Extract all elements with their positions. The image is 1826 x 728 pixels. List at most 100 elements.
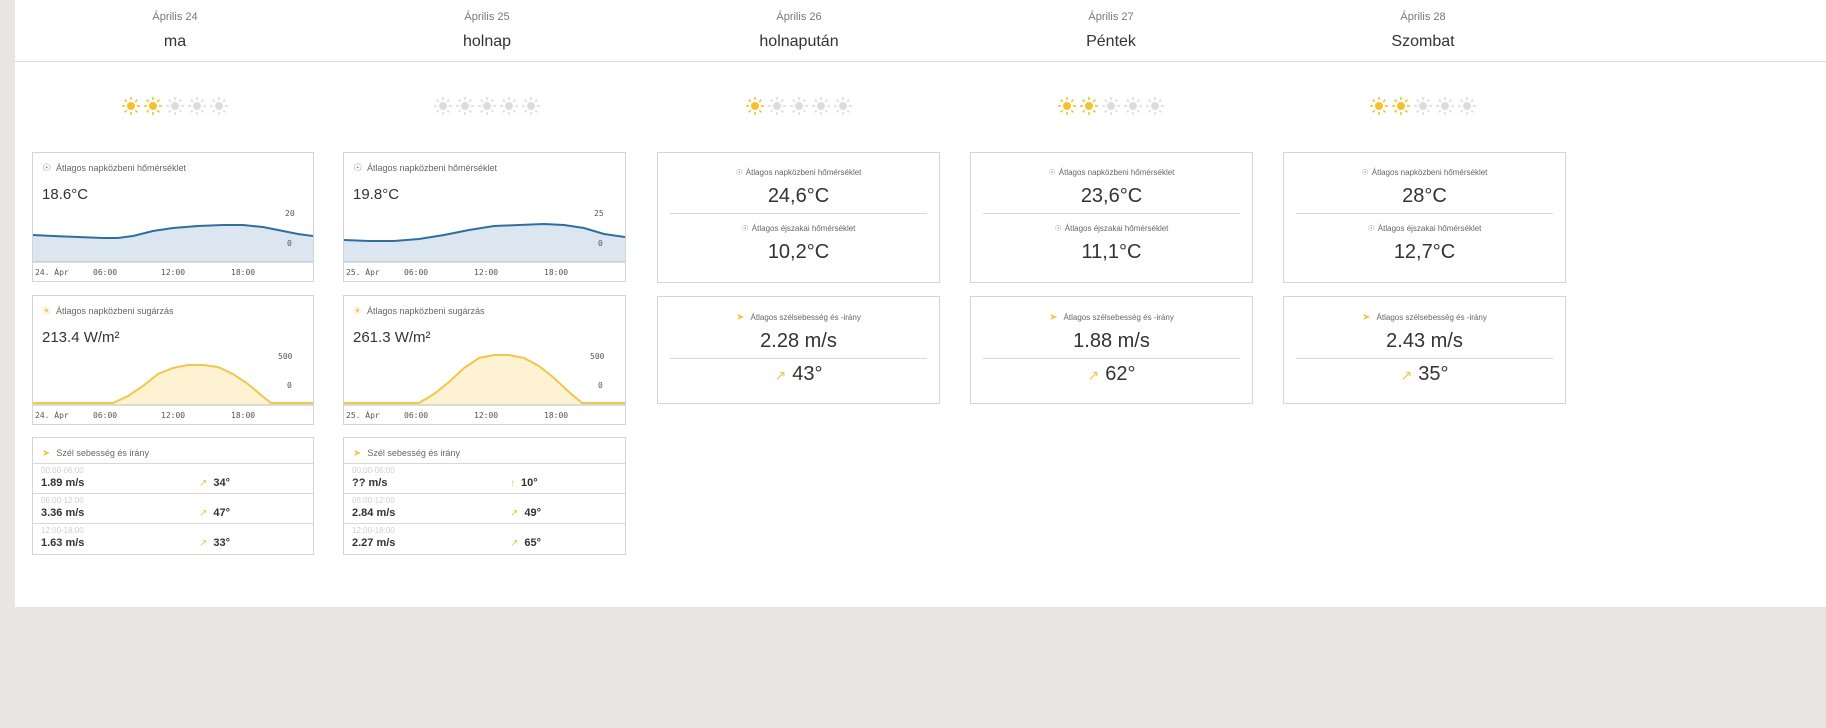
day-temp-value: 23,6°C [1080, 185, 1143, 207]
thermometer-icon: ☉ [1048, 168, 1056, 177]
wind-speed-value: 1.88 m/s [1073, 330, 1150, 352]
wind-direction: ↗ 33° [199, 537, 230, 549]
sun-icon-active [1370, 97, 1388, 115]
day-date: Április 25 [464, 11, 510, 23]
radiation-chart: 500 0 24. Ápr 06:00 12:00 18:00 [33, 352, 313, 420]
wind-dir-value: 10° [521, 477, 538, 489]
y-tick-label: 500 [590, 352, 605, 361]
y-tick-label: 0 [598, 381, 603, 390]
arrow-up-right-icon: ↗ [774, 367, 787, 383]
sun-icon-inactive [1102, 97, 1120, 115]
x-tick-label: 18:00 [231, 411, 255, 420]
wind-icon: ➤ [353, 448, 362, 459]
sun-rating [337, 96, 637, 120]
x-tick-label: 25. Ápr [346, 266, 380, 277]
wind-summary-card: ➤ Átlagos szélsebesség és -irány 2.28 m/s… [657, 296, 940, 404]
wind-direction: ↗ 65° [510, 537, 541, 549]
day-header-1[interactable]: Április 24 ma [25, 10, 325, 52]
y-tick-label: 500 [278, 352, 293, 361]
sun-icon-active [1058, 97, 1076, 115]
day-name: holnap [462, 33, 512, 50]
arrow-up-right-icon: ↗ [199, 478, 208, 489]
sun-icon-active [1392, 97, 1410, 115]
day-name: Péntek [1086, 33, 1136, 50]
temperature-card: ☉ Átlagos napközbeni hőmérséklet 18.6°C 2… [32, 152, 314, 282]
wind-direction-value: ↗ 35° [1284, 363, 1565, 386]
wind-direction: ↑ 10° [510, 477, 538, 489]
arrow-up-right-icon: ↗ [199, 538, 208, 549]
wind-summary-label: ➤ Átlagos szélsebesség és -irány [658, 312, 939, 323]
temperature-area [33, 225, 313, 262]
wind-direction-value: ↗ 43° [658, 363, 939, 386]
wind-direction: ↗ 47° [199, 507, 230, 519]
wind-dir-value: 35° [1418, 363, 1449, 385]
day-temp-value: 24,6°C [767, 185, 830, 207]
x-tick-label: 12:00 [474, 411, 498, 420]
wind-time: 12:00-18:00 [41, 526, 84, 535]
x-tick-label: 06:00 [404, 411, 428, 420]
day-header-5[interactable]: Április 28 Szombat [1273, 10, 1573, 52]
wind-icon: ➤ [1049, 312, 1058, 323]
temperature-summary-card: ☉ Átlagos napközbeni hőmérséklet 24,6°C ☉… [657, 152, 940, 283]
forecast-panel: Április 24 ma Április 25 holnap Április … [15, 0, 1826, 607]
sun-icon-inactive [210, 97, 228, 115]
thermometer-icon: ☉ [42, 163, 51, 174]
x-tick-label: 25. Ápr [346, 409, 380, 420]
label-text: Átlagos napközbeni sugárzás [55, 306, 174, 316]
sun-icon: ☀ [353, 306, 362, 317]
wind-time: 06:00-12:00 [41, 496, 84, 505]
label-text: Átlagos szélsebesség és -irány [750, 313, 861, 322]
sun-rating [1273, 96, 1573, 120]
wind-row: 06:00-12:00 2.84 m/s ↗ 49° [344, 493, 625, 523]
sun-icon-inactive [500, 97, 518, 115]
day-date: Április 27 [1088, 11, 1134, 23]
day-date: Április 28 [1400, 11, 1446, 23]
wind-card: ➤ Szél sebesség és irány 00:00-06:00 1.89… [32, 437, 314, 555]
wind-dir-value: 49° [524, 507, 542, 519]
sun-rating [649, 96, 949, 120]
day-header-3[interactable]: Április 26 holnapután [649, 10, 949, 52]
sun-icon-inactive [1146, 97, 1164, 115]
wind-speed: 3.36 m/s [41, 507, 85, 519]
radiation-label: ☀ Átlagos napközbeni sugárzás [353, 306, 485, 317]
sun-icon-inactive [812, 97, 830, 115]
wind-time: 06:00-12:00 [352, 496, 395, 505]
day-name: Szombat [1391, 33, 1455, 50]
label-text: Átlagos szélsebesség és -irány [1063, 313, 1174, 322]
y-tick-label: 0 [287, 239, 292, 248]
day-date: Április 26 [776, 11, 822, 23]
wind-summary-card: ➤ Átlagos szélsebesség és -irány 1.88 m/s… [970, 296, 1253, 404]
day-header-2[interactable]: Április 25 holnap [337, 10, 637, 52]
temperature-label: ☉ Átlagos napközbeni hőmérséklet [42, 163, 186, 174]
night-temp-label: ☉ Átlagos éjszakai hőmérséklet [1284, 224, 1565, 233]
wind-time: 00:00-06:00 [352, 466, 395, 475]
thermometer-icon: ☉ [1054, 224, 1062, 233]
wind-dir-value: 34° [213, 477, 231, 489]
temperature-area [344, 224, 625, 262]
wind-speed: 1.89 m/s [41, 477, 85, 489]
sun-icon-inactive [478, 97, 496, 115]
temperature-chart: 25 0 25. Ápr 06:00 12:00 18:00 [344, 209, 625, 277]
sun-icon-inactive [1414, 97, 1432, 115]
arrow-up-right-icon: ↗ [510, 538, 519, 549]
label-text: Átlagos napközbeni hőmérséklet [1058, 168, 1175, 177]
arrow-up-right-icon: ↗ [1400, 367, 1413, 383]
x-tick-label: 06:00 [93, 268, 117, 277]
wind-dir-value: 43° [792, 363, 823, 385]
sun-icon-active [144, 97, 162, 115]
day-header-4[interactable]: Április 27 Péntek [961, 10, 1261, 52]
wind-speed: ?? m/s [352, 477, 388, 489]
y-tick-label: 20 [285, 209, 295, 218]
day-temp-label: ☉ Átlagos napközbeni hőmérséklet [1284, 168, 1565, 177]
x-tick-label: 24. Ápr [35, 409, 69, 420]
sun-icon-inactive [768, 97, 786, 115]
sun-icon-active [746, 97, 764, 115]
wind-icon: ➤ [736, 312, 745, 323]
sun-icon-inactive [834, 97, 852, 115]
wind-speed: 2.27 m/s [352, 537, 396, 549]
wind-speed-value: 2.43 m/s [1386, 330, 1463, 352]
x-tick-label: 06:00 [404, 268, 428, 277]
sun-icon-inactive [188, 97, 206, 115]
wind-icon: ➤ [42, 448, 51, 459]
sun-icon-inactive [522, 97, 540, 115]
